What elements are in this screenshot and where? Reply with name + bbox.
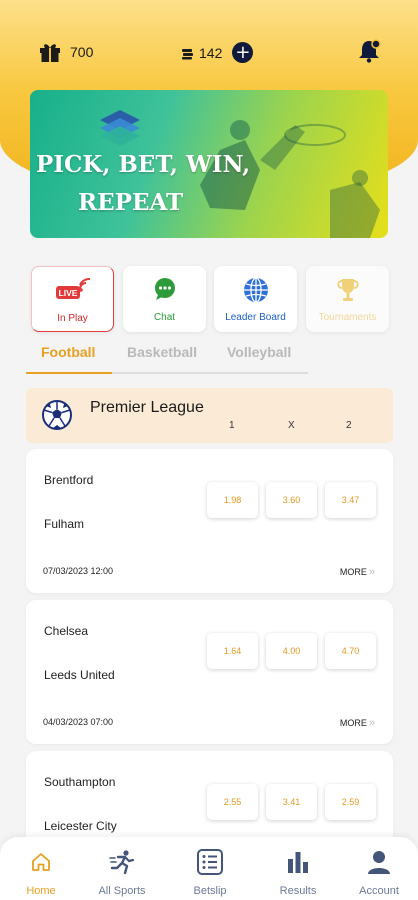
- live-badge-text: LIVE: [58, 288, 77, 298]
- odds-draw-button[interactable]: 3.60: [266, 482, 317, 518]
- nav-results[interactable]: Results: [263, 849, 333, 897]
- tab-football[interactable]: Football: [41, 344, 95, 360]
- home-icon-wrap: [6, 849, 76, 875]
- odds-away-button[interactable]: 3.47: [325, 482, 376, 518]
- runner-icon-wrap: [87, 849, 157, 875]
- home-team: Brentford: [44, 473, 94, 487]
- banner-line-1: PICK, BET, WIN,: [36, 151, 251, 178]
- tournaments-label: Tournaments: [318, 312, 377, 323]
- league-name: Premier League: [90, 399, 204, 416]
- sport-tabs: Football Basketball Volleyball: [26, 340, 308, 374]
- bottom-navigation: Home All Sports Betslip Results Account: [0, 837, 418, 900]
- nav-account-label: Account: [359, 885, 399, 897]
- live-icon-wrap: LIVE: [32, 277, 113, 305]
- nav-home[interactable]: Home: [6, 849, 76, 897]
- league-header: Premier League 1 X 2: [26, 388, 393, 443]
- match-card[interactable]: Brentford Fulham 1.98 3.60 3.47 07/03/20…: [26, 449, 393, 593]
- active-tab-indicator: [26, 372, 112, 374]
- chevron-right-icon: »: [368, 566, 375, 578]
- coins-icon: [182, 48, 193, 59]
- notification-bell-icon[interactable]: [356, 38, 382, 64]
- coin-count: 142: [199, 44, 223, 61]
- more-label: MORE: [339, 567, 367, 577]
- banner-line-2: REPEAT: [78, 189, 184, 216]
- odds-away-button[interactable]: 2.59: [325, 784, 376, 820]
- live-icon: LIVE: [55, 277, 90, 299]
- odds-home-button[interactable]: 1.64: [207, 633, 258, 669]
- banner-headline: PICK, BET, WIN, REPEAT: [36, 146, 250, 222]
- add-coins-button[interactable]: +: [232, 42, 254, 63]
- home-icon: [32, 853, 50, 871]
- betslip-icon-wrap: [175, 849, 245, 875]
- betslip-icon: [197, 849, 223, 875]
- tournaments-card[interactable]: Tournaments: [306, 266, 389, 332]
- trophy-icon: [336, 279, 359, 301]
- odds-draw-button[interactable]: 4.00: [266, 633, 317, 669]
- column-away-header: 2: [346, 420, 352, 431]
- top-bar: 700 142 +: [0, 36, 418, 70]
- tab-volleyball[interactable]: Volleyball: [227, 344, 291, 360]
- away-team: Fulham: [44, 517, 85, 531]
- leader-board-card[interactable]: Leader Board: [214, 266, 297, 332]
- nav-account[interactable]: Account: [344, 849, 414, 897]
- more-markets-link[interactable]: MORE»: [340, 717, 375, 729]
- column-draw-header: X: [288, 420, 295, 431]
- in-play-label: In Play: [57, 313, 88, 324]
- leader-board-label: Leader Board: [225, 312, 286, 323]
- column-home-header: 1: [229, 420, 235, 431]
- runner-icon: [109, 850, 135, 875]
- match-card[interactable]: Chelsea Leeds United 1.64 4.00 4.70 04/0…: [26, 600, 393, 744]
- soccer-ball-icon: [42, 400, 72, 430]
- nav-betslip-label: Betslip: [193, 885, 227, 897]
- more-markets-link[interactable]: MORE»: [340, 566, 375, 578]
- chevron-right-icon: »: [368, 717, 375, 729]
- user-icon: [368, 851, 390, 874]
- chat-label: Chat: [153, 312, 176, 323]
- away-team: Leeds United: [44, 668, 115, 682]
- odds-home-button[interactable]: 1.98: [207, 482, 258, 518]
- chat-icon-wrap: [123, 276, 206, 304]
- odds-draw-button[interactable]: 3.41: [266, 784, 317, 820]
- gift-count: 700: [70, 44, 94, 60]
- promo-banner[interactable]: PICK, BET, WIN, REPEAT: [30, 90, 388, 238]
- away-team: Leicester City: [44, 819, 117, 833]
- gift-icon: [40, 44, 60, 62]
- user-icon-wrap: [344, 849, 414, 875]
- odds-home-button[interactable]: 2.55: [207, 784, 258, 820]
- home-team: Southampton: [44, 775, 116, 789]
- bar-chart-icon-wrap: [263, 849, 333, 875]
- nav-betslip[interactable]: Betslip: [175, 849, 245, 897]
- chat-icon: [154, 278, 175, 300]
- kickoff-time: 04/03/2023 07:00: [43, 717, 114, 727]
- trophy-icon-wrap: [306, 276, 389, 304]
- in-play-card[interactable]: LIVE In Play: [31, 266, 114, 332]
- more-label: MORE: [339, 718, 367, 728]
- nav-home-label: Home: [26, 885, 56, 897]
- bar-chart-icon: [288, 852, 308, 873]
- gift-balance[interactable]: 700: [38, 40, 93, 64]
- globe-icon-wrap: [214, 276, 297, 304]
- nav-all-sports-label: All Sports: [98, 885, 146, 897]
- nav-all-sports[interactable]: All Sports: [87, 849, 157, 897]
- globe-icon: [243, 277, 268, 303]
- kickoff-time: 07/03/2023 12:00: [43, 566, 114, 576]
- home-team: Chelsea: [44, 624, 89, 638]
- odds-away-button[interactable]: 4.70: [325, 633, 376, 669]
- quick-actions: LIVE In Play Chat Leader Board Tournamen…: [31, 266, 391, 332]
- coin-balance[interactable]: 142 +: [181, 42, 254, 63]
- nav-results-label: Results: [279, 885, 317, 897]
- tab-basketball[interactable]: Basketball: [127, 344, 197, 360]
- chat-card[interactable]: Chat: [123, 266, 206, 332]
